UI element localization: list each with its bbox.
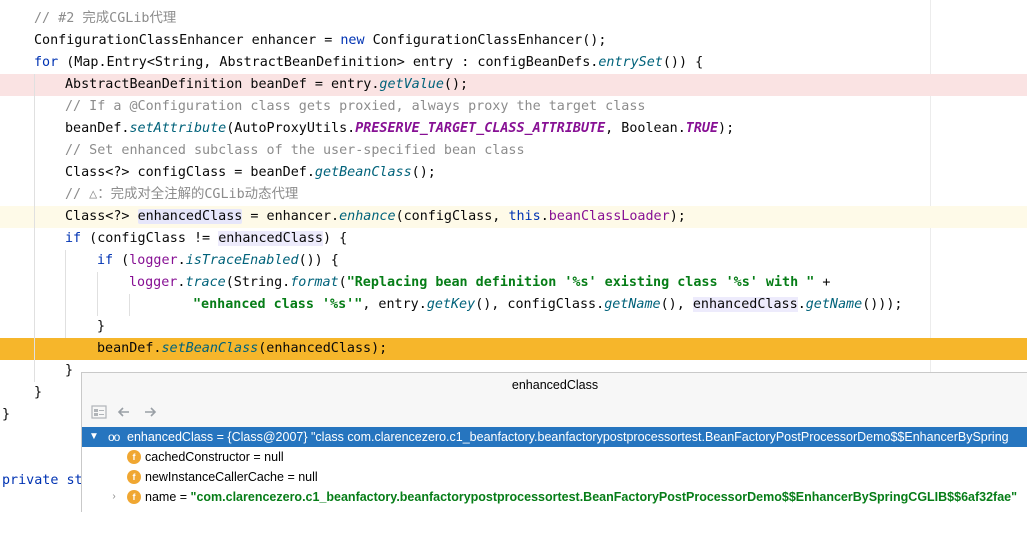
tree-row-text: newInstanceCallerCache = null	[145, 470, 318, 484]
chevron-down-icon[interactable]: ▼	[88, 427, 100, 447]
code-text: }	[34, 385, 43, 400]
code-text: }	[2, 407, 11, 422]
code-text: logger.trace(String.format("Replacing be…	[129, 275, 831, 290]
popup-title: enhancedClass	[511, 378, 599, 392]
code-line-execution-point[interactable]: beanDef.setBeanClass(enhancedClass);	[0, 338, 1027, 360]
tree-row[interactable]: f newInstanceCallerCache = null	[82, 467, 1027, 487]
variable-inspector-popup[interactable]: enhancedClass ▼ oo enhancedClass = {Clas…	[81, 372, 1027, 512]
code-text: if (configClass != enhancedClass) {	[65, 231, 348, 246]
code-comment: // If a @Configuration class gets proxie…	[65, 99, 646, 114]
code-text: beanDef.setAttribute(AutoProxyUtils.PRES…	[65, 121, 735, 136]
indent-guide	[97, 272, 98, 316]
indent-guide	[34, 74, 35, 382]
chevron-right-icon[interactable]: ›	[108, 487, 120, 507]
variable-highlight: enhancedClass	[218, 231, 323, 246]
object-icon: oo	[108, 430, 120, 444]
code-comment: // Set enhanced subclass of the user-spe…	[65, 143, 525, 158]
code-text: }	[65, 363, 74, 378]
back-arrow-icon[interactable]	[115, 404, 133, 422]
code-text: AbstractBeanDefinition beanDef = entry.g…	[65, 77, 469, 92]
field-icon: f	[127, 490, 141, 504]
tree-row-text: name = "com.clarencezero.c1_beanfactory.…	[145, 490, 1018, 504]
code-line[interactable]: "enhanced class '%s'", entry.getKey(), c…	[0, 294, 1027, 316]
tree-row-selected[interactable]: ▼ oo enhancedClass = {Class@2007} "class…	[82, 427, 1027, 447]
variable-highlight: enhancedClass	[692, 297, 798, 312]
code-line[interactable]: ConfigurationClassEnhancer enhancer = ne…	[0, 30, 1027, 52]
tree-row[interactable]: f cachedConstructor = null	[82, 447, 1027, 467]
code-text: }	[97, 319, 106, 334]
tree-row-text: enhancedClass = {Class@2007} "class com.…	[127, 430, 1009, 444]
tree-row-text: cachedConstructor = null	[145, 450, 284, 464]
code-line-breakpoint[interactable]: AbstractBeanDefinition beanDef = entry.g…	[0, 74, 1027, 96]
code-line[interactable]: // If a @Configuration class gets proxie…	[0, 96, 1027, 118]
code-text: beanDef.setBeanClass(enhancedClass);	[97, 341, 388, 356]
code-text: Class<?> configClass = beanDef.getBeanCl…	[65, 165, 436, 180]
code-line[interactable]: if (configClass != enhancedClass) {	[0, 228, 1027, 250]
variable-tree[interactable]: ▼ oo enhancedClass = {Class@2007} "class…	[82, 427, 1027, 512]
indent-guide	[129, 294, 130, 316]
code-comment: // △：完成对全注解的CGLib动态代理	[65, 187, 299, 202]
variable-highlight: enhancedClass	[137, 209, 243, 224]
code-line[interactable]: beanDef.setAttribute(AutoProxyUtils.PRES…	[0, 118, 1027, 140]
code-line[interactable]: // Set enhanced subclass of the user-spe…	[0, 140, 1027, 162]
popup-toolbar	[82, 399, 1027, 427]
tree-view-icon[interactable]	[90, 404, 108, 422]
forward-arrow-icon[interactable]	[141, 404, 159, 422]
code-line-current[interactable]: Class<?> enhancedClass = enhancer.enhanc…	[0, 206, 1027, 228]
code-line[interactable]: logger.trace(String.format("Replacing be…	[0, 272, 1027, 294]
tree-row[interactable]: › f name = "com.clarencezero.c1_beanfact…	[82, 487, 1027, 507]
code-comment: // #2 完成CGLib代理	[34, 11, 177, 26]
code-line[interactable]: if (logger.isTraceEnabled()) {	[0, 250, 1027, 272]
field-icon: f	[127, 450, 141, 464]
code-text: if (logger.isTraceEnabled()) {	[97, 253, 339, 268]
code-line[interactable]: // △：完成对全注解的CGLib动态代理	[0, 184, 1027, 206]
code-text: Class<?> enhancedClass = enhancer.enhanc…	[65, 209, 686, 224]
code-text: for (Map.Entry<String, AbstractBeanDefin…	[34, 55, 704, 70]
code-text: "enhanced class '%s'", entry.getKey(), c…	[193, 297, 903, 312]
code-line[interactable]: Class<?> configClass = beanDef.getBeanCl…	[0, 162, 1027, 184]
indent-guide	[65, 250, 66, 338]
code-text: ConfigurationClassEnhancer enhancer = ne…	[34, 33, 607, 48]
field-icon: f	[127, 470, 141, 484]
code-line[interactable]: }	[0, 316, 1027, 338]
code-line[interactable]: // #2 完成CGLib代理	[0, 8, 1027, 30]
code-text: private st	[2, 473, 83, 488]
code-line[interactable]: for (Map.Entry<String, AbstractBeanDefin…	[0, 52, 1027, 74]
